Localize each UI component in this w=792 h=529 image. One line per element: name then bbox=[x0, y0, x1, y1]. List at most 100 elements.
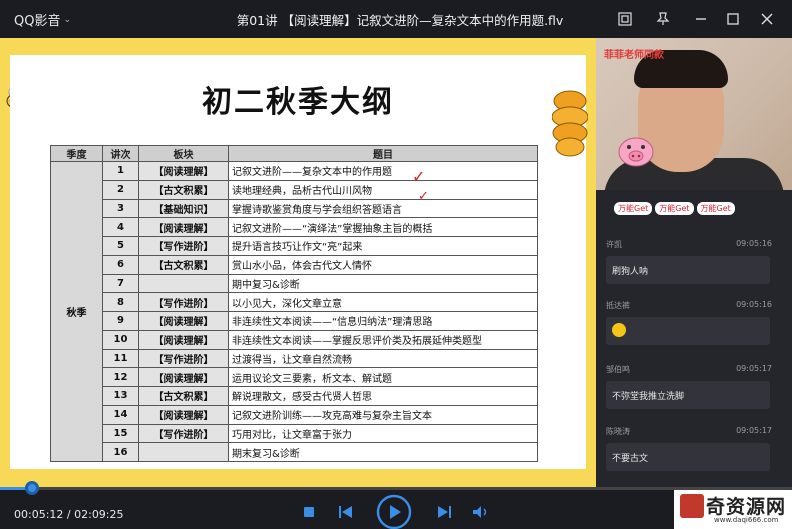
volume-button[interactable] bbox=[472, 505, 490, 519]
minimize-icon bbox=[696, 18, 706, 20]
lesson-number: 2 bbox=[102, 179, 139, 200]
time-separator: / bbox=[63, 508, 75, 521]
table-row: 6 【古文积累】 赏山水小品，体会古代文人情怀 bbox=[51, 254, 538, 275]
screenshot-button[interactable] bbox=[614, 8, 636, 30]
lesson-number: 7 bbox=[102, 273, 139, 294]
chat-message-header: 抵达裤 09:05:16 bbox=[606, 300, 772, 311]
topic-cell: 期中复习&诊断 bbox=[228, 273, 538, 294]
pin-button[interactable] bbox=[652, 8, 674, 30]
play-icon bbox=[376, 494, 412, 529]
lesson-number: 6 bbox=[102, 254, 139, 275]
topic-cell: 运用议论文三要素，析文本、解试题 bbox=[228, 367, 538, 387]
chat-timestamp: 09:05:16 bbox=[736, 300, 772, 309]
pin-icon bbox=[656, 12, 670, 25]
topic-cell: 提升语言技巧让作文“亮”起来 bbox=[228, 236, 538, 256]
table-row: 16 期末复习&诊断 bbox=[51, 442, 538, 462]
chevron-down-icon: ⌄ bbox=[63, 14, 72, 25]
watermark-text: 奇资源网 bbox=[706, 496, 787, 518]
check-mark-icon: ✓ bbox=[412, 167, 426, 186]
chat-timestamp: 09:05:17 bbox=[736, 364, 772, 373]
chat-timestamp: 09:05:16 bbox=[736, 239, 772, 248]
gift-tags: 万能Get 万能Get 万能Get bbox=[614, 202, 735, 215]
table-row: 15 【写作进阶】 巧用对比，让文章富于张力 bbox=[51, 423, 538, 444]
file-title: 第01讲 【阅读理解】记叙文进阶—复杂文本中的作用题.flv bbox=[236, 13, 564, 28]
lesson-number: 12 bbox=[102, 367, 139, 387]
table-row: 4 【阅读理解】 记叙文进阶——“演绎法”掌握抽象主旨的概括 bbox=[51, 217, 538, 237]
lesson-number: 14 bbox=[102, 404, 139, 425]
table-row: 5 【写作进阶】 提升语言技巧让作文“亮”起来 bbox=[51, 236, 538, 256]
stop-icon bbox=[304, 507, 314, 517]
topic-cell: 以小见大，深化文章立意 bbox=[228, 292, 538, 312]
progress-handle[interactable] bbox=[25, 481, 39, 495]
topic-cell: 非连续性文本阅读——掌握反思评价类及拓展延伸类题型 bbox=[228, 329, 538, 350]
close-icon bbox=[761, 13, 773, 25]
module-cell: 【阅读理解】 bbox=[138, 311, 229, 331]
table-row: 10 【阅读理解】 非连续性文本阅读——掌握反思评价类及拓展延伸类题型 bbox=[51, 329, 538, 350]
next-button[interactable] bbox=[436, 505, 452, 519]
video-slide[interactable]: 初二秋季大纲 季度 讲次 板块 题目 秋季 1 【阅读理解】 记叙文进阶——复杂文本中… bbox=[0, 38, 596, 487]
topic-cell: 记叙文进阶——“演绎法”掌握抽象主旨的概括 bbox=[228, 217, 538, 237]
maximize-button[interactable] bbox=[722, 8, 744, 30]
module-cell: 【古文积累】 bbox=[138, 179, 229, 200]
lesson-number: 15 bbox=[102, 423, 139, 444]
chat-message-header: 陈晓涛 09:05:17 bbox=[606, 426, 772, 437]
chat-message-header: 许凯 09:05:16 bbox=[606, 239, 772, 250]
table-row: 7 期中复习&诊断 bbox=[51, 273, 538, 294]
webcam-view: 菲菲老师同款 bbox=[596, 38, 792, 190]
minimize-button[interactable] bbox=[690, 8, 712, 30]
chat-message-header: 邹伯鸣 09:05:17 bbox=[606, 364, 772, 375]
chat-message: 不要古文 bbox=[606, 443, 770, 471]
skip-previous-icon bbox=[339, 506, 352, 518]
topic-cell: 记叙文进阶——复杂文本中的作用题 bbox=[228, 161, 538, 181]
chat-username: 邹伯鸣 bbox=[606, 365, 630, 374]
seal-logo-icon bbox=[680, 494, 704, 518]
chat-message bbox=[606, 317, 770, 345]
topic-cell: 掌握诗歌鉴赏角度与学会组织答题语言 bbox=[228, 198, 538, 219]
module-cell: 【阅读理解】 bbox=[138, 367, 229, 387]
table-row: 3 【基础知识】 掌握诗歌鉴赏角度与学会组织答题语言 bbox=[51, 198, 538, 219]
gift-tag[interactable]: 万能Get bbox=[614, 202, 653, 215]
watermark-url: www.daqi666.com bbox=[714, 516, 779, 524]
maximize-icon bbox=[727, 13, 739, 25]
lesson-number: 5 bbox=[102, 236, 139, 256]
chat-message: 不弥堂我推立洗脚 bbox=[606, 381, 770, 409]
stop-button[interactable] bbox=[302, 505, 316, 519]
module-cell: 【写作进阶】 bbox=[138, 236, 229, 256]
header-season: 季度 bbox=[50, 145, 103, 162]
play-button[interactable] bbox=[376, 494, 412, 529]
season-cell: 秋季 bbox=[50, 161, 103, 462]
table-row: 13 【古文积累】 解说理散文，感受古代贤人哲思 bbox=[51, 386, 538, 406]
app-name: QQ影音 bbox=[14, 14, 61, 29]
gift-tag[interactable]: 万能Get bbox=[655, 202, 694, 215]
previous-button[interactable] bbox=[338, 505, 354, 519]
close-button[interactable] bbox=[756, 8, 778, 30]
module-cell: 【阅读理解】 bbox=[138, 329, 229, 350]
site-watermark: 奇资源网 www.daqi666.com bbox=[674, 490, 792, 529]
app-menu-button[interactable]: QQ影音 ⌄ bbox=[14, 10, 71, 29]
check-mark-icon: ✓ bbox=[418, 189, 429, 204]
chat-username: 抵达裤 bbox=[606, 301, 630, 310]
header-module: 板块 bbox=[138, 145, 229, 162]
total-time: 02:09:25 bbox=[74, 508, 124, 521]
header-lesson: 讲次 bbox=[102, 145, 139, 162]
chat-timestamp: 09:05:17 bbox=[736, 426, 772, 435]
header-topic: 题目 bbox=[228, 145, 538, 162]
module-cell: 【写作进阶】 bbox=[138, 423, 229, 444]
topic-cell: 过渡得当，让文章自然流畅 bbox=[228, 348, 538, 369]
lesson-number: 10 bbox=[102, 329, 139, 350]
module-cell: 【阅读理解】 bbox=[138, 217, 229, 237]
player-window: QQ影音 ⌄ 第01讲 【阅读理解】记叙文进阶—复杂文本中的作用题.flv 初二 bbox=[0, 0, 792, 529]
beehive-icon bbox=[552, 90, 588, 157]
topic-cell: 赏山水小品，体会古代文人情怀 bbox=[228, 254, 538, 275]
gift-tag[interactable]: 万能Get bbox=[696, 202, 735, 215]
lesson-number: 11 bbox=[102, 348, 139, 369]
topic-cell: 读地理经典，品析古代山川风物 bbox=[228, 179, 538, 200]
lesson-number: 9 bbox=[102, 311, 139, 331]
module-cell: 【基础知识】 bbox=[138, 198, 229, 219]
topic-cell: 巧用对比，让文章富于张力 bbox=[228, 423, 538, 444]
volume-icon bbox=[473, 506, 487, 518]
chat-username: 陈晓涛 bbox=[606, 427, 630, 436]
module-cell: 【古文积累】 bbox=[138, 254, 229, 275]
lesson-number: 4 bbox=[102, 217, 139, 237]
table-row: 9 【阅读理解】 非连续性文本阅读——“信息归纳法”理清思路 bbox=[51, 311, 538, 331]
